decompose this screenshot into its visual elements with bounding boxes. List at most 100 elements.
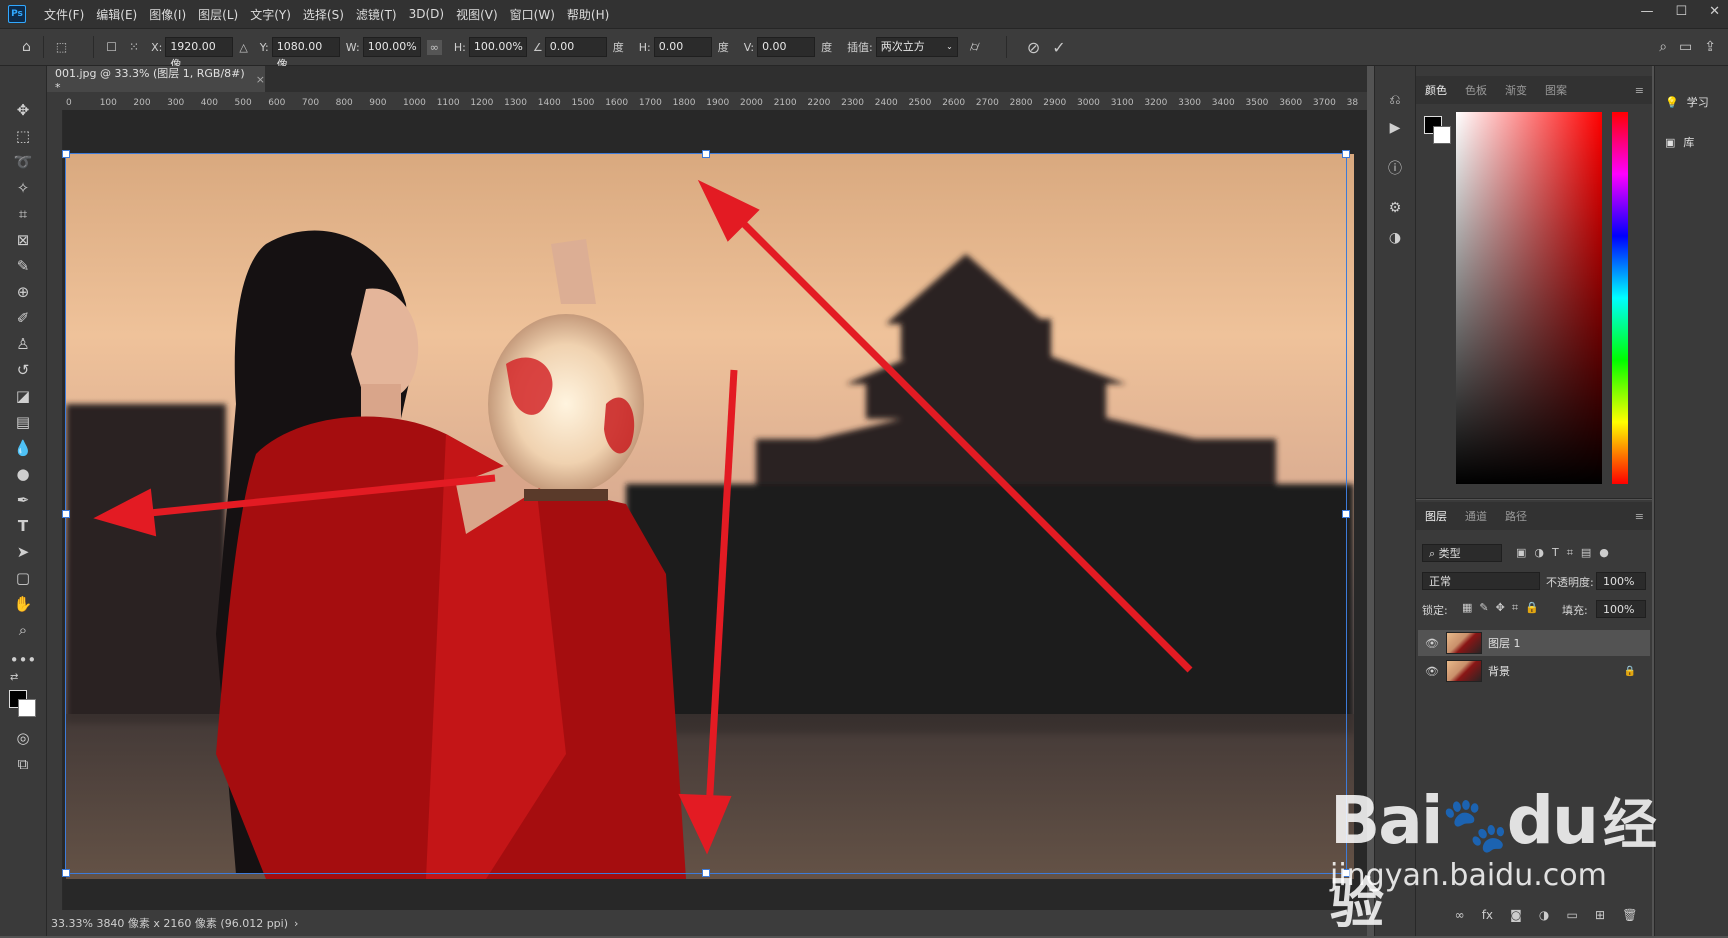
marquee-tool-icon[interactable]: ⬚ — [0, 124, 46, 148]
visibility-eye-icon[interactable]: 👁 — [1424, 637, 1440, 650]
reference-point-checkbox-icon[interactable]: ☐ — [106, 40, 117, 54]
history-brush-tool-icon[interactable]: ↺ — [0, 358, 46, 382]
menu-window[interactable]: 窗口(W) — [504, 6, 561, 23]
document-tab[interactable]: 001.jpg @ 33.3% (图层 1, RGB/8#) * × — [47, 66, 265, 94]
close-icon[interactable]: ✕ — [1709, 4, 1720, 19]
brush-tool-icon[interactable]: ✐ — [0, 306, 46, 330]
transform-icon[interactable]: ⬚ — [56, 40, 67, 54]
libraries-item[interactable]: ▣ 库 — [1655, 126, 1728, 158]
healing-tool-icon[interactable]: ⊕ — [0, 280, 46, 304]
delta-icon[interactable]: △ — [239, 41, 247, 54]
vertical-ruler[interactable] — [47, 110, 63, 910]
x-input[interactable]: 1920.00 像 — [165, 37, 234, 71]
tab-color[interactable]: 颜色 — [1416, 82, 1456, 98]
hand-tool-icon[interactable]: ✋ — [0, 592, 46, 616]
type-tool-icon[interactable]: T — [0, 514, 46, 538]
transform-handle-tm[interactable] — [702, 150, 710, 158]
warp-icon[interactable]: ⌭ — [970, 39, 980, 55]
lock-icons[interactable]: ▦✎✥⌗🔒 — [1462, 601, 1546, 615]
history-icon[interactable]: ⎌ — [1383, 88, 1407, 112]
transform-handle-bm[interactable] — [702, 869, 710, 877]
blend-mode-select[interactable]: 正常 — [1422, 572, 1540, 590]
properties-icon[interactable]: ⚙ — [1383, 196, 1407, 220]
tab-layers[interactable]: 图层 — [1416, 508, 1456, 524]
menu-filter[interactable]: 滤镜(T) — [350, 6, 403, 23]
tab-paths[interactable]: 路径 — [1496, 508, 1536, 524]
background-color-swatch[interactable] — [18, 699, 36, 717]
more-tools-icon[interactable]: ••• — [0, 648, 46, 672]
transform-handle-tl[interactable] — [62, 150, 70, 158]
search-icon[interactable]: ⌕ — [1659, 39, 1667, 55]
menu-edit[interactable]: 编辑(E) — [90, 6, 143, 23]
horizontal-ruler[interactable]: 0 100 200 300 400 500 600 700 800 900 1000 1100 1200… — [62, 92, 1367, 111]
tab-gradients[interactable]: 渐变 — [1496, 82, 1536, 98]
lasso-tool-icon[interactable]: ➰ — [0, 150, 46, 174]
menu-3d[interactable]: 3D(D) — [403, 7, 450, 21]
adjustments-icon[interactable]: ◑ — [1383, 226, 1407, 250]
screen-mode-icon[interactable]: ⧉ — [0, 752, 46, 776]
panel-menu-icon[interactable]: ≡ — [1635, 84, 1644, 97]
quick-mask-icon[interactable]: ◎ — [0, 726, 46, 750]
menu-help[interactable]: 帮助(H) — [561, 6, 615, 23]
stamp-tool-icon[interactable]: ♙ — [0, 332, 46, 356]
w-input[interactable]: 100.00% — [362, 37, 421, 57]
gradient-tool-icon[interactable]: ▤ — [0, 410, 46, 434]
menu-type[interactable]: 文字(Y) — [244, 6, 297, 23]
shape-tool-icon[interactable]: ▢ — [0, 566, 46, 590]
transform-handle-tr[interactable] — [1342, 150, 1350, 158]
move-tool-icon[interactable]: ✥ — [0, 98, 46, 122]
zoom-tool-icon[interactable]: ⌕ — [0, 618, 46, 642]
menu-select[interactable]: 选择(S) — [297, 6, 350, 23]
visibility-eye-icon[interactable]: 👁 — [1424, 665, 1440, 678]
color-field[interactable] — [1456, 112, 1602, 484]
hue-slider[interactable] — [1612, 112, 1628, 484]
layers-menu-icon[interactable]: ≡ — [1635, 510, 1644, 523]
layer-row-layer1[interactable]: 👁 图层 1 — [1418, 630, 1650, 656]
maximize-icon[interactable]: ☐ — [1675, 4, 1687, 19]
pen-tool-icon[interactable]: ✒ — [0, 488, 46, 512]
eraser-tool-icon[interactable]: ◪ — [0, 384, 46, 408]
tab-channels[interactable]: 通道 — [1456, 508, 1496, 524]
filter-icons[interactable]: ▣◑T⌗▤● — [1516, 546, 1617, 560]
tab-swatches[interactable]: 色板 — [1456, 82, 1496, 98]
transform-handle-mr[interactable] — [1342, 510, 1350, 518]
close-tab-icon[interactable]: × — [256, 73, 265, 86]
fill-input[interactable]: 100% — [1596, 600, 1646, 618]
swap-colors-icon[interactable]: ⇄ — [10, 672, 18, 683]
h-skew-input[interactable]: 0.00 — [653, 37, 712, 57]
layer-row-background[interactable]: 👁 背景 🔒 — [1418, 658, 1650, 684]
document-image[interactable] — [66, 154, 1354, 879]
share-icon[interactable]: ⇪ — [1704, 39, 1716, 55]
frame-tool-icon[interactable]: ⊠ — [0, 228, 46, 252]
background-swatch[interactable] — [1433, 126, 1451, 144]
crop-tool-icon[interactable]: ⌗ — [0, 202, 46, 226]
y-input[interactable]: 1080.00 像 — [271, 37, 340, 71]
layer-filter-select[interactable]: ⌕ 类型 — [1422, 544, 1502, 562]
learn-item[interactable]: 💡 学习 — [1655, 86, 1728, 118]
tab-patterns[interactable]: 图案 — [1536, 82, 1576, 98]
interpolation-select[interactable]: 两次立方 ⌄ — [875, 37, 958, 57]
cancel-transform-icon[interactable]: ⊘ — [1027, 38, 1040, 57]
chevron-right-icon[interactable]: › — [294, 917, 298, 930]
transform-handle-bl[interactable] — [62, 869, 70, 877]
opacity-input[interactable]: 100% — [1596, 572, 1646, 590]
home-icon[interactable]: ⌂ — [22, 39, 31, 55]
minimize-icon[interactable]: — — [1640, 4, 1653, 19]
h-input[interactable]: 100.00% — [468, 37, 527, 57]
menu-image[interactable]: 图像(I) — [143, 6, 192, 23]
blur-tool-icon[interactable]: 💧 — [0, 436, 46, 460]
menu-view[interactable]: 视图(V) — [450, 6, 504, 23]
reference-point-grid-icon[interactable]: ⁙ — [129, 40, 139, 54]
actions-play-icon[interactable]: ▶ — [1383, 116, 1407, 140]
link-icon[interactable]: ∞ — [426, 39, 442, 55]
magic-wand-tool-icon[interactable]: ✧ — [0, 176, 46, 200]
path-select-tool-icon[interactable]: ➤ — [0, 540, 46, 564]
menu-layer[interactable]: 图层(L) — [192, 6, 244, 23]
eyedropper-tool-icon[interactable]: ✎ — [0, 254, 46, 278]
transform-handle-ml[interactable] — [62, 510, 70, 518]
info-icon[interactable]: ⓘ — [1383, 156, 1407, 180]
v-skew-input[interactable]: 0.00 — [757, 37, 816, 57]
menu-file[interactable]: 文件(F) — [38, 6, 90, 23]
angle-input[interactable]: 0.00 — [544, 37, 607, 57]
commit-transform-icon[interactable]: ✓ — [1052, 38, 1065, 57]
